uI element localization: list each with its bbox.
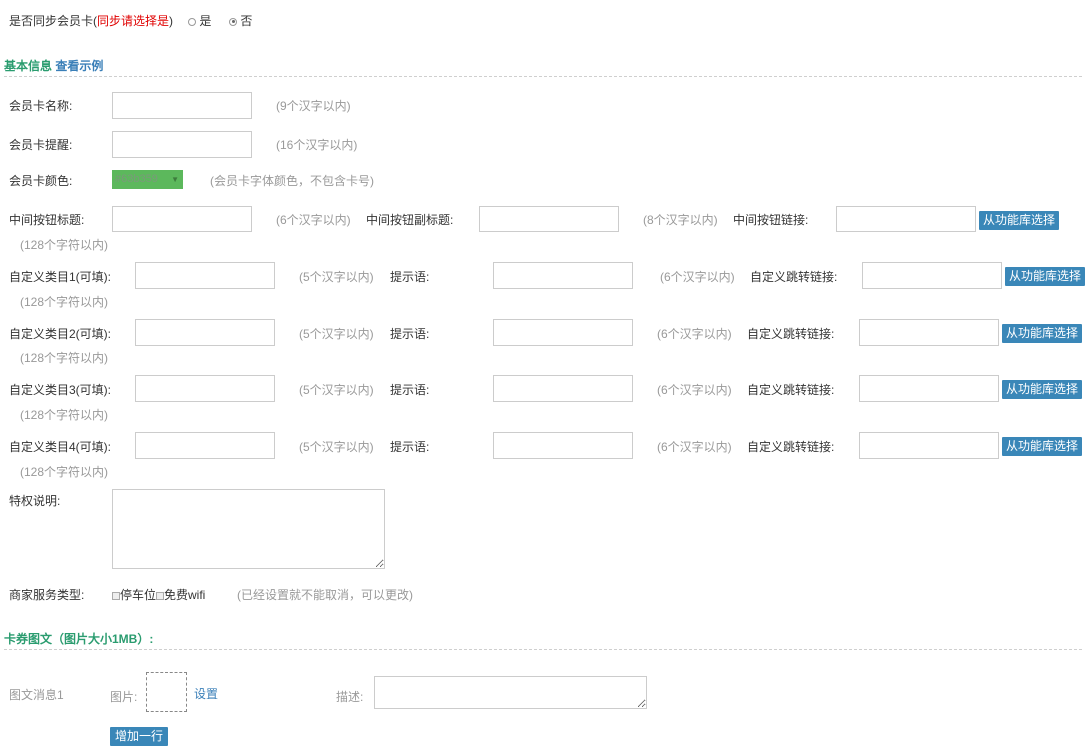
sync-yes-option[interactable]: 是	[188, 12, 211, 29]
custom-category-label: 自定义类目3(可填):	[9, 383, 112, 397]
coupon-image-placeholder[interactable]	[146, 672, 187, 712]
coupon-desc-label: 描述:	[336, 690, 364, 704]
custom-category-label: 自定义类目4(可填):	[9, 440, 112, 454]
sync-hint: 同步请选择是	[97, 14, 170, 28]
custom-link-input[interactable]	[859, 432, 999, 459]
custom-category-input[interactable]	[135, 375, 275, 402]
sync-close: )	[169, 14, 174, 28]
card-color-select[interactable]: #63b359 ▼	[112, 170, 183, 189]
wifi-checkbox[interactable]	[156, 591, 165, 600]
custom-tip-label: 提示语:	[390, 270, 430, 284]
card-name-hint: (9个汉字以内)	[276, 99, 351, 113]
parking-label: 停车位	[120, 588, 157, 602]
middle-title-input[interactable]	[112, 206, 252, 232]
service-type-label: 商家服务类型:	[9, 588, 85, 602]
coupon-image-set-link[interactable]: 设置	[194, 685, 218, 702]
card-color-value: #63b359	[115, 173, 158, 185]
coupon-image-label: 图片:	[110, 690, 138, 704]
middle-title-label: 中间按钮标题:	[9, 213, 85, 227]
card-remind-label: 会员卡提醒:	[9, 138, 73, 152]
section-divider	[4, 76, 1082, 77]
custom-link-label: 自定义跳转链接:	[747, 327, 835, 341]
card-color-label: 会员卡颜色:	[9, 174, 73, 188]
custom-tip-hint: (6个汉字以内)	[657, 383, 732, 397]
custom-tip-input[interactable]	[493, 319, 633, 346]
sync-label: 是否同步会员卡(	[9, 14, 97, 28]
custom-category-hint: (5个汉字以内)	[299, 440, 374, 454]
coupon-section-title: 卡券图文（图片大小1MB）:	[4, 632, 154, 646]
middle-link-hint: (128个字符以内)	[20, 238, 109, 252]
card-name-label: 会员卡名称:	[9, 99, 73, 113]
middle-subtitle-input[interactable]	[479, 206, 619, 232]
coupon-item-label: 图文消息1	[9, 688, 64, 702]
custom-category-label: 自定义类目1(可填):	[9, 270, 112, 284]
custom-link-pick-button[interactable]: 从功能库选择	[1002, 380, 1083, 399]
wifi-label: 免费wifi	[164, 588, 206, 602]
custom-category-input[interactable]	[135, 432, 275, 459]
view-example-link[interactable]: 查看示例	[55, 59, 103, 73]
sync-no-radio[interactable]	[229, 17, 237, 26]
card-color-hint: (会员卡字体颜色，不包含卡号)	[210, 174, 374, 188]
parking-checkbox[interactable]	[112, 591, 120, 600]
privilege-textarea[interactable]	[112, 489, 385, 569]
custom-link-hint: (128个字符以内)	[20, 295, 109, 309]
custom-link-hint: (128个字符以内)	[20, 408, 109, 422]
sync-no-label: 否	[240, 14, 253, 28]
coupon-desc-textarea[interactable]	[374, 676, 647, 709]
chevron-down-icon: ▼	[171, 175, 179, 184]
middle-subtitle-label: 中间按钮副标题:	[366, 213, 454, 227]
middle-link-label: 中间按钮链接:	[733, 213, 809, 227]
custom-link-label: 自定义跳转链接:	[747, 383, 835, 397]
custom-tip-hint: (6个汉字以内)	[657, 440, 732, 454]
sync-yes-label: 是	[199, 14, 212, 28]
custom-tip-input[interactable]	[493, 375, 633, 402]
card-name-input[interactable]	[112, 92, 252, 119]
middle-title-hint: (6个汉字以内)	[276, 213, 351, 227]
custom-category-hint: (5个汉字以内)	[299, 327, 374, 341]
custom-link-pick-button[interactable]: 从功能库选择	[1002, 437, 1083, 456]
custom-category-hint: (5个汉字以内)	[299, 270, 374, 284]
custom-link-input[interactable]	[859, 319, 999, 346]
custom-tip-hint: (6个汉字以内)	[657, 327, 732, 341]
custom-tip-input[interactable]	[493, 262, 633, 289]
custom-tip-label: 提示语:	[390, 440, 430, 454]
custom-link-input[interactable]	[862, 262, 1002, 289]
custom-category-input[interactable]	[135, 319, 275, 346]
custom-tip-label: 提示语:	[390, 327, 430, 341]
sync-yes-radio[interactable]	[188, 17, 196, 26]
service-type-hint: (已经设置就不能取消，可以更改)	[237, 588, 413, 602]
custom-tip-label: 提示语:	[390, 383, 430, 397]
custom-category-label: 自定义类目2(可填):	[9, 327, 112, 341]
middle-link-input[interactable]	[836, 206, 976, 232]
privilege-label: 特权说明:	[9, 494, 61, 508]
basic-info-header: 基本信息 查看示例	[4, 57, 103, 74]
custom-tip-input[interactable]	[493, 432, 633, 459]
sync-question: 是否同步会员卡(同步请选择是)	[9, 12, 173, 29]
basic-info-title: 基本信息	[4, 59, 53, 73]
card-remind-hint: (16个汉字以内)	[276, 138, 358, 152]
add-row-button[interactable]: 增加一行	[110, 727, 169, 746]
card-remind-input[interactable]	[112, 131, 252, 158]
sync-no-option[interactable]: 否	[229, 12, 252, 29]
custom-link-hint: (128个字符以内)	[20, 465, 109, 479]
custom-category-hint: (5个汉字以内)	[299, 383, 374, 397]
middle-link-pick-button[interactable]: 从功能库选择	[979, 211, 1060, 230]
custom-link-label: 自定义跳转链接:	[750, 270, 838, 284]
custom-link-label: 自定义跳转链接:	[747, 440, 835, 454]
middle-subtitle-hint: (8个汉字以内)	[643, 213, 718, 227]
custom-link-pick-button[interactable]: 从功能库选择	[1002, 324, 1083, 343]
custom-link-hint: (128个字符以内)	[20, 351, 109, 365]
custom-link-input[interactable]	[859, 375, 999, 402]
service-options: 停车位 免费wifi	[112, 586, 205, 603]
section-divider	[4, 649, 1082, 650]
custom-category-input[interactable]	[135, 262, 275, 289]
custom-link-pick-button[interactable]: 从功能库选择	[1005, 267, 1086, 286]
custom-tip-hint: (6个汉字以内)	[660, 270, 735, 284]
